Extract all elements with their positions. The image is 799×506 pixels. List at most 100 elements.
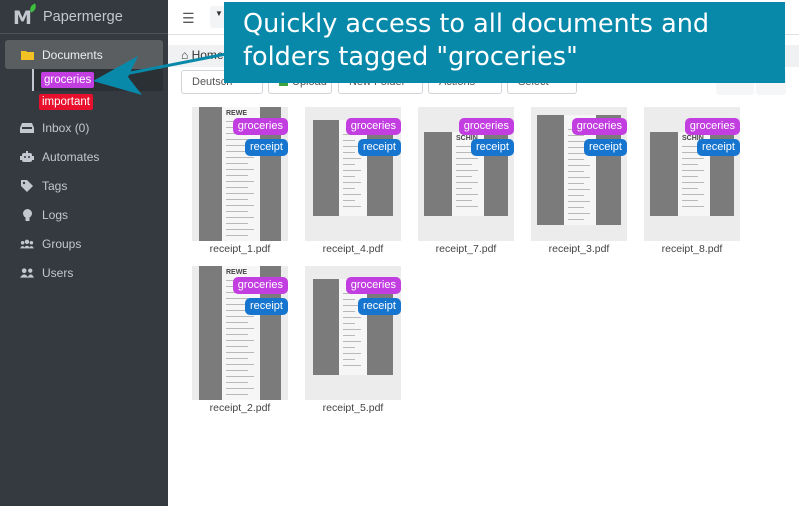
document-thumbnail[interactable]: SCHIN groceries receipt xyxy=(418,107,514,241)
tag-important-chip[interactable]: important xyxy=(39,94,93,110)
document-thumbnail[interactable]: groceries receipt xyxy=(305,107,401,241)
receipt-line xyxy=(226,205,254,206)
tag-receipt[interactable]: receipt xyxy=(583,139,627,156)
sidebar-item-tags[interactable]: Tags xyxy=(5,171,163,200)
sidebar-item-logs[interactable]: Logs xyxy=(5,200,163,229)
receipt-line xyxy=(343,188,355,189)
tag-groceries[interactable]: groceries xyxy=(458,118,514,135)
receipt-header: REWE xyxy=(226,110,247,117)
receipt-line xyxy=(226,181,254,182)
receipt-line xyxy=(343,365,361,366)
receipt-line xyxy=(456,152,472,153)
tooltip-callout: Quickly access to all documents and fold… xyxy=(224,2,785,83)
receipt-line xyxy=(456,188,472,189)
document-filename[interactable]: receipt_1.pdf xyxy=(192,243,288,255)
document-thumbnail[interactable]: SCHIN groceries receipt xyxy=(644,107,740,241)
tag-groceries[interactable]: groceries xyxy=(232,118,288,135)
sidebar-tag-groceries[interactable]: groceries xyxy=(32,69,163,91)
receipt-line xyxy=(226,328,254,329)
sidebar: M Papermerge Documents groceries importa… xyxy=(0,0,168,506)
tag-icon xyxy=(20,179,34,192)
tag-receipt[interactable]: receipt xyxy=(244,298,288,315)
tag-groceries[interactable]: groceries xyxy=(684,118,740,135)
receipt-line xyxy=(226,163,248,164)
brand[interactable]: M Papermerge xyxy=(0,0,168,34)
inbox-icon xyxy=(20,122,34,133)
receipt-line xyxy=(343,152,355,153)
sidebar-item-inbox[interactable]: Inbox (0) xyxy=(5,113,163,142)
sidebar-tag-important[interactable]: important xyxy=(32,91,163,113)
document-filename[interactable]: receipt_5.pdf xyxy=(305,402,401,414)
sidebar-item-label: Users xyxy=(42,265,74,280)
receipt-line xyxy=(226,193,254,194)
receipt-line xyxy=(226,376,254,377)
sidebar-item-automates[interactable]: Automates xyxy=(5,142,163,171)
receipt-line xyxy=(682,152,698,153)
receipt-line xyxy=(343,158,361,159)
receipt-line xyxy=(226,157,254,158)
receipt-line xyxy=(568,219,584,220)
document-filename[interactable]: receipt_3.pdf xyxy=(531,243,627,255)
receipt-line xyxy=(226,175,248,176)
document-card[interactable]: groceries receipt receipt_4.pdf xyxy=(305,107,401,255)
tag-groceries[interactable]: groceries xyxy=(345,277,401,294)
receipt-line xyxy=(343,182,361,183)
receipt-line xyxy=(682,182,704,183)
receipt-line xyxy=(456,170,478,171)
callout-line-1: Quickly access to all documents and xyxy=(243,9,710,39)
receipt-line xyxy=(226,340,254,341)
document-filename[interactable]: receipt_8.pdf xyxy=(644,243,740,255)
sidebar-item-label: Automates xyxy=(42,149,100,164)
document-thumbnail[interactable]: REWE groceries receipt xyxy=(192,266,288,400)
tag-receipt[interactable]: receipt xyxy=(357,139,401,156)
document-card[interactable]: REWE groceries receipt receipt_1.pdf xyxy=(192,107,288,255)
receipt-line xyxy=(343,164,355,165)
breadcrumb-home[interactable]: ⌂ Home xyxy=(181,48,224,62)
document-card[interactable]: groceries receipt receipt_5.pdf xyxy=(305,266,401,414)
tag-groceries[interactable]: groceries xyxy=(232,277,288,294)
sidebar-item-documents[interactable]: Documents xyxy=(5,40,163,69)
tag-groceries[interactable]: groceries xyxy=(571,118,627,135)
hamburger-icon[interactable]: ☰ xyxy=(182,10,195,27)
receipt-line xyxy=(456,164,472,165)
document-card[interactable]: SCHIN groceries receipt receipt_7.pdf xyxy=(418,107,514,255)
receipt-line xyxy=(226,187,248,188)
sidebar-item-groups[interactable]: Groups xyxy=(5,229,163,258)
receipt-line xyxy=(343,299,355,300)
tag-receipt[interactable]: receipt xyxy=(357,298,401,315)
document-thumbnail[interactable]: groceries receipt xyxy=(305,266,401,400)
document-card[interactable]: groceries receipt receipt_3.pdf xyxy=(531,107,627,255)
tag-receipt[interactable]: receipt xyxy=(244,139,288,156)
tag-receipt[interactable]: receipt xyxy=(696,139,740,156)
receipt-line xyxy=(682,176,698,177)
receipt-line xyxy=(568,165,590,166)
receipt-line xyxy=(682,170,704,171)
document-filename[interactable]: receipt_4.pdf xyxy=(305,243,401,255)
receipt-line xyxy=(682,200,698,201)
receipt-line xyxy=(456,158,478,159)
receipt-line xyxy=(343,200,355,201)
sidebar-item-label: Tags xyxy=(42,178,68,193)
receipt-line xyxy=(568,177,590,178)
tag-groceries[interactable]: groceries xyxy=(345,118,401,135)
receipt-line xyxy=(343,329,361,330)
receipt-line xyxy=(343,311,355,312)
document-card[interactable]: REWE groceries receipt receipt_2.pdf xyxy=(192,266,288,414)
tag-receipt[interactable]: receipt xyxy=(470,139,514,156)
document-thumbnail[interactable]: groceries receipt xyxy=(531,107,627,241)
app: M Papermerge Documents groceries importa… xyxy=(0,0,799,506)
sidebar-item-users[interactable]: Users xyxy=(5,258,163,287)
receipt-line xyxy=(226,364,254,365)
document-thumbnail[interactable]: REWE groceries receipt xyxy=(192,107,288,241)
document-filename[interactable]: receipt_7.pdf xyxy=(418,243,514,255)
receipt-line xyxy=(226,229,254,230)
sidebar-item-label: Groups xyxy=(42,236,82,251)
receipt-line xyxy=(343,347,355,348)
document-card[interactable]: SCHIN groceries receipt receipt_8.pdf xyxy=(644,107,740,255)
folder-icon xyxy=(20,50,34,60)
document-filename[interactable]: receipt_2.pdf xyxy=(192,402,288,414)
receipt-line xyxy=(343,335,355,336)
receipt-line xyxy=(343,206,361,207)
receipt-line xyxy=(568,201,590,202)
tag-groceries-chip[interactable]: groceries xyxy=(41,72,95,88)
